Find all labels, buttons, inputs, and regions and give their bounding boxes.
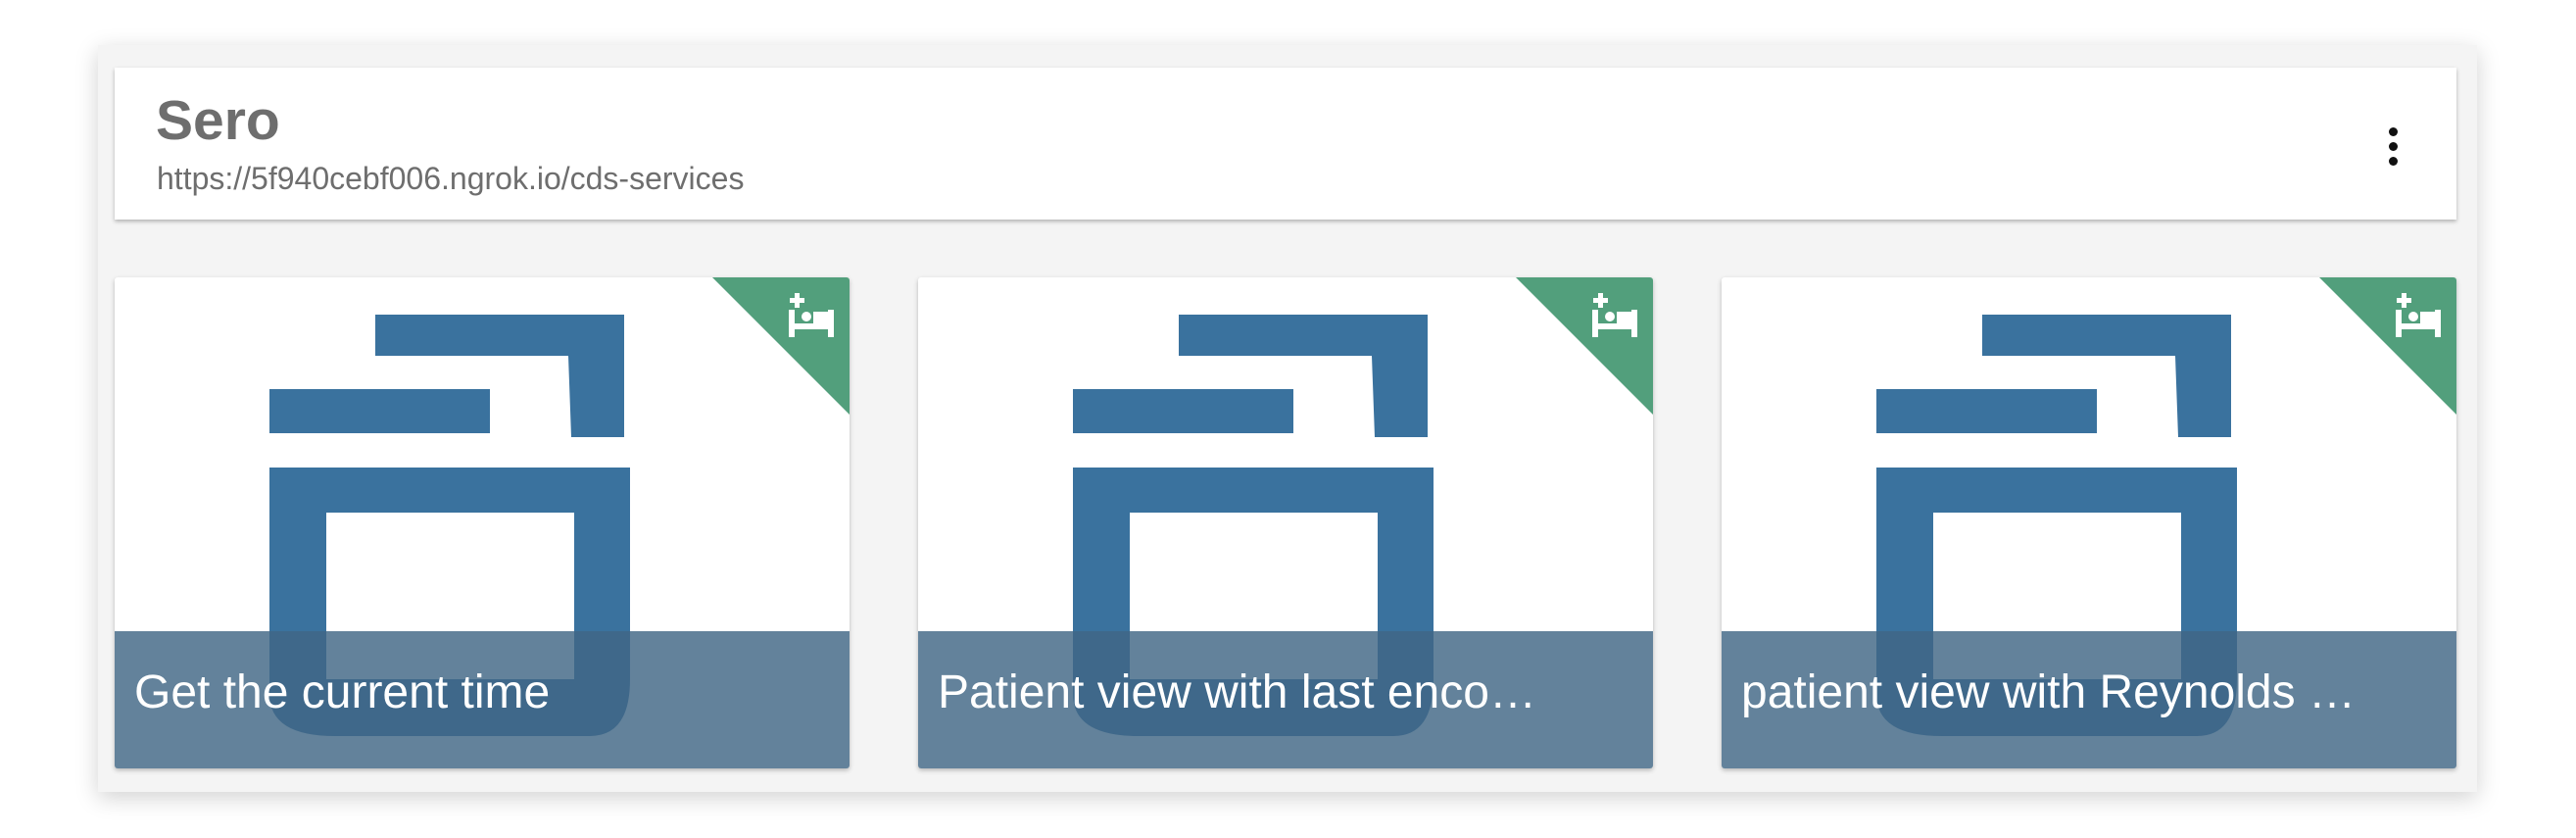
patient-bed-icon xyxy=(1516,277,1653,415)
more-vert-icon[interactable] xyxy=(2368,117,2417,175)
service-panel: Sero https://5f940cebf006.ngrok.io/cds-s… xyxy=(98,45,2477,792)
patient-bed-icon xyxy=(2319,277,2456,415)
service-card[interactable]: Patient view with last enco… xyxy=(918,277,1653,768)
server-header: Sero https://5f940cebf006.ngrok.io/cds-s… xyxy=(115,68,2456,220)
card-caption: patient view with Reynolds … xyxy=(1722,631,2456,768)
card-title: Patient view with last enco… xyxy=(938,666,1536,718)
server-name: Sero xyxy=(156,89,280,152)
card-title: patient view with Reynolds … xyxy=(1741,666,2356,718)
patient-bed-icon xyxy=(712,277,850,415)
card-caption: Patient view with last enco… xyxy=(918,631,1653,768)
service-card[interactable]: Get the current time xyxy=(115,277,850,768)
card-caption: Get the current time xyxy=(115,631,850,768)
server-url: https://5f940cebf006.ngrok.io/cds-servic… xyxy=(157,161,745,196)
service-card[interactable]: patient view with Reynolds … xyxy=(1722,277,2456,768)
card-title: Get the current time xyxy=(134,666,551,718)
